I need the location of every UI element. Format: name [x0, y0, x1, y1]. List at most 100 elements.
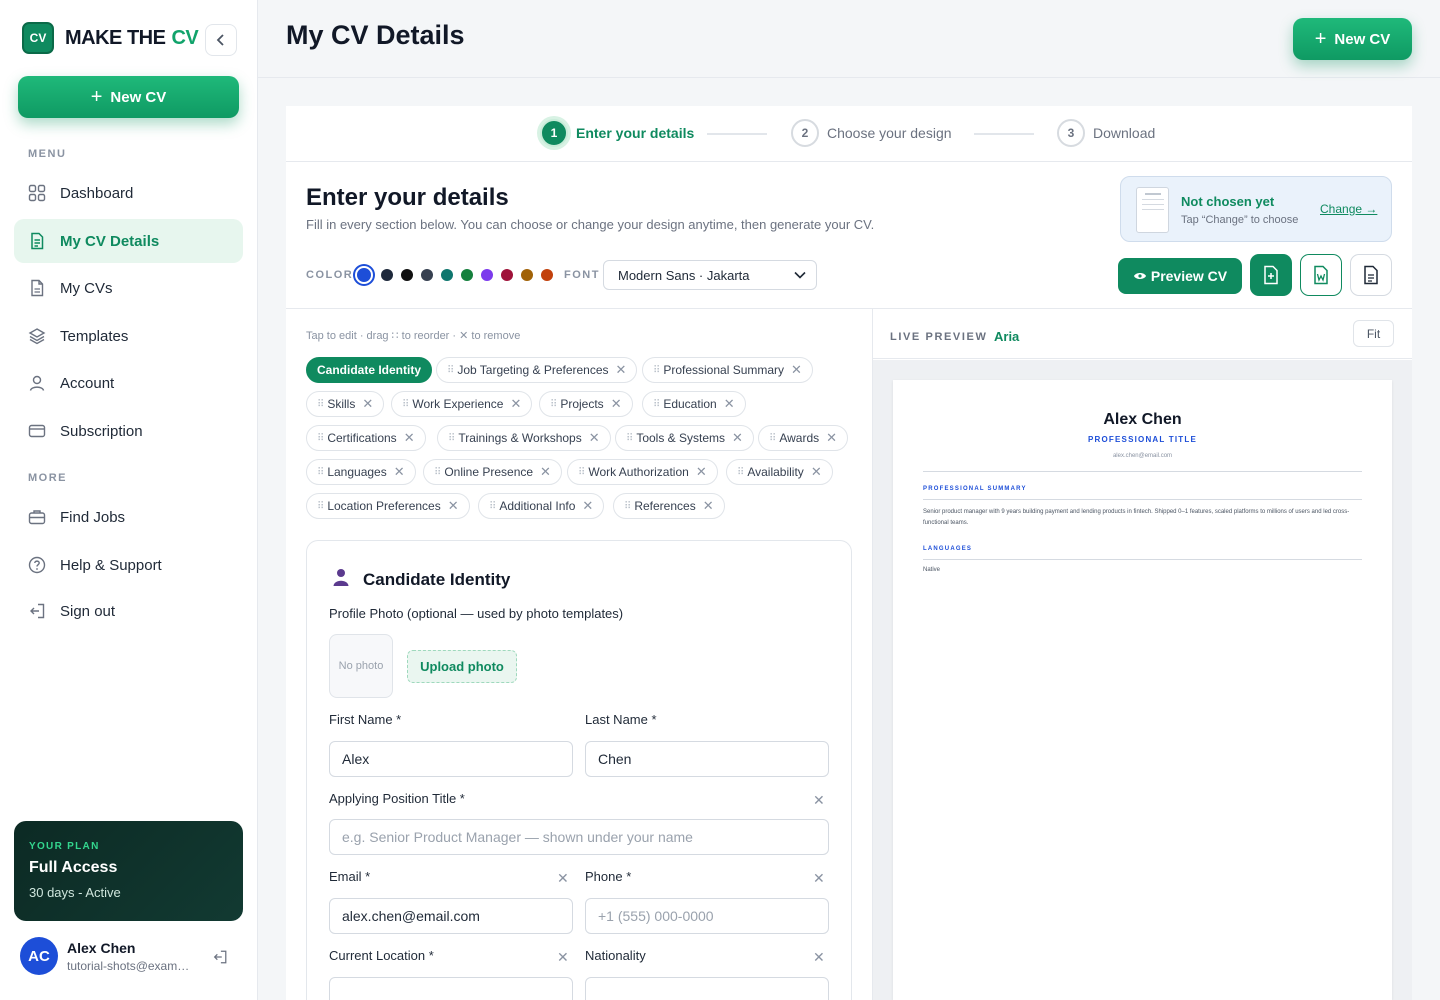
font-select[interactable]: Modern Sans · Jakarta	[603, 260, 817, 290]
color-swatch[interactable]	[541, 269, 553, 281]
step-enter-details[interactable]: 1 Enter your details	[540, 119, 694, 147]
design-status-box[interactable]: Not chosen yet Tap “Change” to choose Ch…	[1120, 176, 1392, 242]
chip-work-authorization[interactable]: ⠿ Work Authorization ✕	[567, 459, 718, 485]
close-icon[interactable]: ✕	[611, 396, 622, 412]
drag-handle-icon[interactable]: ⠿	[653, 399, 660, 410]
chip-additional-info[interactable]: ⠿ Additional Info ✕	[478, 493, 605, 519]
drag-handle-icon[interactable]: ⠿	[448, 433, 455, 444]
close-icon[interactable]: ✕	[616, 362, 627, 378]
close-icon[interactable]: ✕	[448, 498, 459, 514]
close-icon[interactable]: ✕	[813, 870, 825, 887]
close-icon[interactable]: ✕	[811, 464, 822, 480]
user-profile[interactable]: AC Alex Chen tutorial-shots@example.com	[20, 937, 192, 975]
color-swatch[interactable]	[381, 269, 393, 281]
drag-handle-icon[interactable]: ⠿	[489, 501, 496, 512]
color-swatch[interactable]	[481, 269, 493, 281]
close-icon[interactable]: ✕	[732, 430, 743, 446]
brand[interactable]: CV MAKE THE CV	[22, 22, 199, 54]
color-swatch[interactable]	[521, 269, 533, 281]
drag-handle-icon[interactable]: ⠿	[626, 433, 633, 444]
first-name-input[interactable]: Alex	[329, 741, 573, 777]
drag-handle-icon[interactable]: ⠿	[317, 433, 324, 444]
close-icon[interactable]: ✕	[703, 498, 714, 514]
step-download[interactable]: 3 Download	[1057, 119, 1155, 147]
close-icon[interactable]: ✕	[791, 362, 802, 378]
change-design-link[interactable]: Change →	[1320, 202, 1377, 216]
location-input[interactable]	[329, 977, 573, 1000]
close-icon[interactable]: ✕	[540, 464, 551, 480]
nationality-input[interactable]	[585, 977, 829, 1000]
close-icon[interactable]: ✕	[510, 396, 521, 412]
chip-availability[interactable]: ⠿ Availability ✕	[726, 459, 833, 485]
close-icon[interactable]: ✕	[696, 464, 707, 480]
download-text-button[interactable]	[1350, 254, 1392, 296]
collapse-sidebar-button[interactable]	[205, 24, 237, 56]
plan-card[interactable]: YOUR PLAN Full Access 30 days - Active	[14, 821, 243, 921]
sidebar-item-templates[interactable]: Templates	[14, 314, 243, 358]
drag-handle-icon[interactable]: ⠿	[653, 365, 660, 376]
sidebar-item-subscription[interactable]: Subscription	[14, 409, 243, 453]
drag-handle-icon[interactable]: ⠿	[402, 399, 409, 410]
close-icon[interactable]: ✕	[813, 949, 825, 966]
sidebar-item-my-cv-details[interactable]: My CV Details	[14, 219, 243, 263]
live-preview-area[interactable]: Alex Chen PROFESSIONAL TITLE alex.chen@e…	[873, 360, 1412, 1000]
sidebar-new-cv-button[interactable]: + New CV	[18, 76, 239, 118]
position-input[interactable]: e.g. Senior Product Manager — shown unde…	[329, 819, 829, 855]
chip-languages[interactable]: ⠿ Languages ✕	[306, 459, 416, 485]
download-word-button[interactable]	[1300, 254, 1342, 296]
close-icon[interactable]: ✕	[582, 498, 593, 514]
phone-field[interactable]: +1 (555) 000-0000	[585, 898, 829, 934]
upload-photo-button[interactable]: Upload photo	[407, 650, 517, 683]
fit-button[interactable]: Fit	[1353, 320, 1394, 347]
chip-references[interactable]: ⠿ References ✕	[613, 493, 725, 519]
color-swatch[interactable]	[501, 269, 513, 281]
close-icon[interactable]: ✕	[404, 430, 415, 446]
email-field[interactable]: alex.chen@email.com	[329, 898, 573, 934]
preview-cv-button[interactable]: Preview CV	[1118, 258, 1242, 294]
color-swatch[interactable]	[421, 269, 433, 281]
chip-awards[interactable]: ⠿ Awards ✕	[758, 425, 849, 451]
chip-job-targeting[interactable]: ⠿ Job Targeting & Preferences ✕	[436, 357, 638, 383]
drag-handle-icon[interactable]: ⠿	[434, 467, 441, 478]
drag-handle-icon[interactable]: ⠿	[769, 433, 776, 444]
sidebar-item-account[interactable]: Account	[14, 361, 243, 405]
sidebar-item-sign-out[interactable]: Sign out	[14, 589, 243, 633]
chip-trainings-workshops[interactable]: ⠿ Trainings & Workshops ✕	[437, 425, 611, 451]
sidebar-item-find-jobs[interactable]: Find Jobs	[14, 495, 243, 539]
color-swatch[interactable]	[441, 269, 453, 281]
chip-work-experience[interactable]: ⠿ Work Experience ✕	[391, 391, 533, 417]
close-icon[interactable]: ✕	[826, 430, 837, 446]
drag-handle-icon[interactable]: ⠿	[737, 467, 744, 478]
step-choose-design[interactable]: 2 Choose your design	[791, 119, 952, 147]
close-icon[interactable]: ✕	[394, 464, 405, 480]
logout-button[interactable]	[212, 949, 228, 970]
drag-handle-icon[interactable]: ⠿	[447, 365, 454, 376]
sidebar-item-help-support[interactable]: Help & Support	[14, 543, 243, 587]
download-pdf-button[interactable]	[1250, 254, 1292, 296]
last-name-input[interactable]: Chen	[585, 741, 829, 777]
color-swatch[interactable]	[401, 269, 413, 281]
drag-handle-icon[interactable]: ⠿	[317, 467, 324, 478]
drag-handle-icon[interactable]: ⠿	[317, 501, 324, 512]
chip-projects[interactable]: ⠿ Projects ✕	[539, 391, 633, 417]
close-icon[interactable]: ✕	[724, 396, 735, 412]
chip-education[interactable]: ⠿ Education ✕	[642, 391, 746, 417]
chip-tools-systems[interactable]: ⠿ Tools & Systems ✕	[615, 425, 754, 451]
chip-location-preferences[interactable]: ⠿ Location Preferences ✕	[306, 493, 470, 519]
drag-handle-icon[interactable]: ⠿	[578, 467, 585, 478]
drag-handle-icon[interactable]: ⠿	[550, 399, 557, 410]
header-new-cv-button[interactable]: + New CV	[1293, 18, 1412, 60]
close-icon[interactable]: ✕	[813, 792, 825, 809]
drag-handle-icon[interactable]: ⠿	[317, 399, 324, 410]
color-swatch[interactable]	[355, 266, 373, 284]
sidebar-item-dashboard[interactable]: Dashboard	[14, 171, 243, 215]
close-icon[interactable]: ✕	[557, 870, 569, 887]
chip-certifications[interactable]: ⠿ Certifications ✕	[306, 425, 426, 451]
close-icon[interactable]: ✕	[589, 430, 600, 446]
chip-skills[interactable]: ⠿ Skills ✕	[306, 391, 385, 417]
drag-handle-icon[interactable]: ⠿	[624, 501, 631, 512]
chip-online-presence[interactable]: ⠿ Online Presence ✕	[423, 459, 562, 485]
close-icon[interactable]: ✕	[557, 949, 569, 966]
close-icon[interactable]: ✕	[362, 396, 373, 412]
chip-candidate-identity[interactable]: Candidate Identity	[306, 357, 433, 383]
